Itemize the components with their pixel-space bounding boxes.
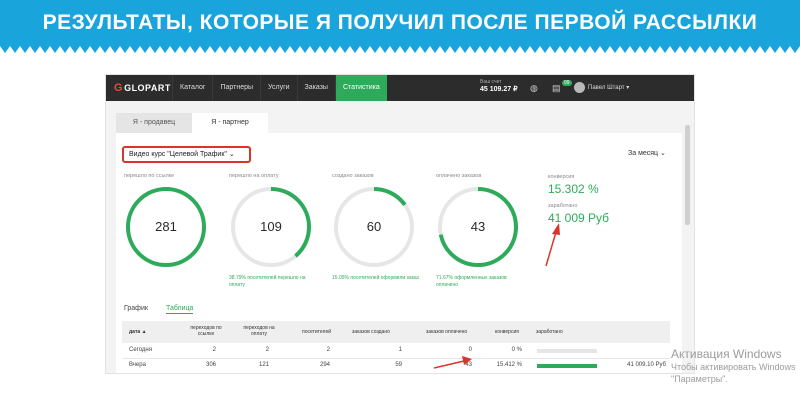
screenshot-frame: G GLOPART Каталог Партнеры Услуги Заказы …: [105, 74, 695, 374]
scrollbar[interactable]: [685, 125, 690, 225]
row-clicks: 2: [212, 347, 216, 353]
col-date[interactable]: дата ▲: [129, 329, 147, 335]
col-to-pay[interactable]: переходов на оплату: [238, 325, 280, 337]
row-paid: 0: [468, 347, 472, 353]
nav-item-services[interactable]: Услуги: [260, 75, 297, 101]
stats-panel: Видео курс "Целевой Трафик" ⌄ За месяц ⌄…: [116, 133, 682, 373]
stat-note-orders-paid: 71.67% оформленных заказов оплачено: [436, 275, 507, 288]
col-clicks[interactable]: переходов по ссылке: [186, 325, 226, 337]
row-conversion: 15.412 %: [496, 362, 522, 368]
avatar[interactable]: [574, 82, 585, 93]
row-earned-bar: [537, 364, 597, 368]
col-visitors[interactable]: посетителей: [302, 329, 331, 335]
stat-label-orders-created: создано заказов: [332, 173, 374, 179]
row-paid: 43: [465, 362, 472, 368]
nav-item-orders[interactable]: Заказы: [296, 75, 335, 101]
col-conversion[interactable]: конверсия: [495, 329, 519, 335]
notification-badge: 99: [562, 80, 572, 86]
row-date: Вчера: [129, 362, 146, 368]
course-select[interactable]: Видео курс "Целевой Трафик" ⌄: [122, 146, 251, 163]
col-paid[interactable]: заказов оплачено: [426, 329, 467, 335]
row-created: 59: [395, 362, 402, 368]
globe-icon[interactable]: ◍: [530, 83, 538, 94]
stat-label-to-pay: перешло на оплату: [229, 173, 279, 179]
user-name[interactable]: Павел Штарт ▾: [588, 84, 629, 91]
chevron-down-icon: ⌄: [228, 151, 235, 158]
logo[interactable]: G GLOPART: [106, 75, 172, 101]
table-header: дата ▲ переходов по ссылке переходов на …: [122, 321, 670, 343]
conversion-value: 15.302 %: [548, 182, 599, 196]
row-date: Сегодня: [129, 347, 152, 353]
account-balance[interactable]: Ваш счет 45 109.27 ₽: [480, 79, 518, 93]
role-tabs: Я - продавец Я - партнер: [116, 113, 268, 133]
stat-note-to-pay: 38.79% посетителей перешло на оплату: [229, 275, 306, 288]
stat-label-orders-paid: оплачено заказов: [436, 173, 482, 179]
row-earned-bar: [537, 349, 597, 353]
conversion-label: конверсия: [548, 174, 575, 180]
row-conversion: 0 %: [511, 347, 522, 353]
windows-activation-text: Чтобы активировать Windows: [671, 362, 796, 372]
row-created: 1: [398, 347, 402, 353]
period-select[interactable]: За месяц ⌄: [628, 149, 666, 157]
stat-value-to-pay: 109: [260, 219, 282, 234]
nav-item-statistics[interactable]: Статистика: [334, 75, 387, 101]
chevron-down-icon: ⌄: [660, 150, 666, 157]
col-earned[interactable]: заработано: [536, 329, 563, 335]
banner-zigzag-edge: [0, 46, 800, 53]
logo-mark: G: [114, 82, 124, 94]
row-visitors: 2: [326, 347, 330, 353]
windows-activation-title: Активация Windows: [671, 347, 782, 361]
nav-item-catalog[interactable]: Каталог: [172, 75, 212, 101]
row-earned: 41 009.10 Руб: [627, 362, 666, 368]
col-created[interactable]: заказов создано: [352, 329, 390, 335]
stat-value-orders-paid: 43: [470, 219, 486, 234]
balance-value: 45 109.27 ₽: [480, 86, 518, 93]
tab-partner[interactable]: Я - партнер: [192, 113, 268, 133]
logo-text: GLOPART: [124, 83, 171, 93]
earned-value: 41 009 Руб: [548, 211, 610, 225]
tab-seller[interactable]: Я - продавец: [116, 113, 192, 133]
banner: РЕЗУЛЬТАТЫ, КОТОРЫЕ Я ПОЛУЧИЛ ПОСЛЕ ПЕРВ…: [0, 0, 800, 46]
money-icon[interactable]: ▤: [552, 83, 561, 94]
row-clicks: 306: [205, 362, 216, 368]
row-divider: [122, 358, 670, 359]
windows-activation-settings: "Параметры".: [671, 374, 728, 384]
balance-label: Ваш счет: [480, 79, 502, 85]
row-to-pay: 2: [265, 347, 269, 353]
row-to-pay: 121: [258, 362, 269, 368]
view-chart-link[interactable]: График: [124, 305, 148, 312]
stat-value-clicks: 281: [155, 219, 177, 234]
top-navbar: G GLOPART Каталог Партнеры Услуги Заказы …: [106, 75, 694, 101]
stat-value-orders-created: 60: [366, 219, 382, 234]
banner-title: РЕЗУЛЬТАТЫ, КОТОРЫЕ Я ПОЛУЧИЛ ПОСЛЕ ПЕРВ…: [42, 11, 758, 34]
stat-label-clicks: перешло по ссылке: [124, 173, 175, 179]
row-visitors: 294: [319, 362, 330, 368]
earned-label: заработано: [548, 203, 578, 209]
stat-note-orders-created: 15.05% посетителей оформили заказ: [332, 275, 419, 281]
view-table-link[interactable]: Таблица: [166, 305, 194, 314]
nav-item-partners[interactable]: Партнеры: [212, 75, 260, 101]
